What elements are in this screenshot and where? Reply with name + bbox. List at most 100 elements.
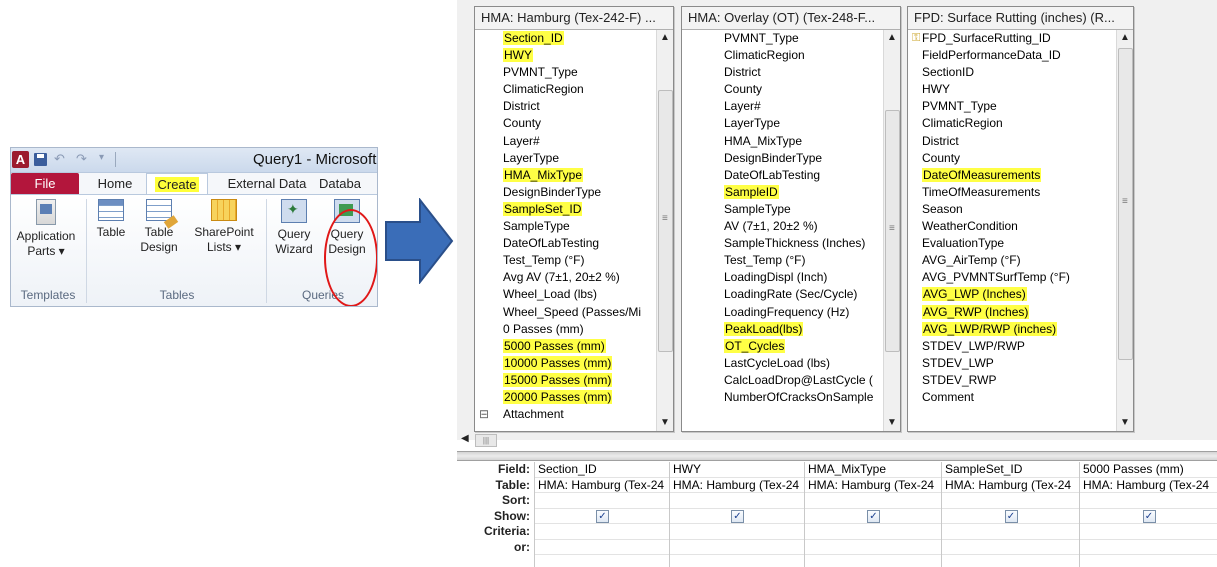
field-item[interactable]: AVG_LWP/RWP (inches)	[908, 321, 1133, 338]
field-cell[interactable]: SampleSet_ID	[942, 462, 1080, 478]
field-item[interactable]: County	[475, 115, 673, 132]
field-item[interactable]: SampleThickness (Inches)	[682, 235, 900, 252]
field-item[interactable]: Section_ID	[475, 30, 673, 47]
field-item[interactable]: Test_Temp (°F)	[475, 252, 673, 269]
field-item[interactable]: ⚿ FPD_SurfaceRutting_ID	[908, 30, 1133, 47]
field-item[interactable]: NumberOfCracksOnSample	[682, 389, 900, 406]
show-checkbox[interactable]: ✓	[867, 509, 880, 523]
field-cell[interactable]: HWY	[670, 462, 805, 478]
vertical-scrollbar[interactable]: ▲ ▼	[883, 30, 900, 431]
scroll-down-icon[interactable]: ▼	[884, 415, 900, 431]
sort-cell[interactable]	[670, 493, 805, 509]
save-icon[interactable]	[34, 153, 47, 166]
field-item[interactable]: DateOfMeasurements	[908, 167, 1133, 184]
scroll-up-icon[interactable]: ▲	[884, 30, 900, 46]
show-cell[interactable]: ✓	[805, 509, 942, 524]
field-item[interactable]: LoadingDispl (Inch)	[682, 269, 900, 286]
redo-icon[interactable]: ↷	[76, 151, 87, 167]
show-cell[interactable]: ✓	[942, 509, 1080, 524]
field-item[interactable]: SectionID	[908, 64, 1133, 81]
tab-create[interactable]: Create	[146, 173, 208, 195]
tab-file[interactable]: File	[11, 173, 79, 194]
scroll-left-icon[interactable]: ◀	[461, 433, 469, 444]
field-item[interactable]: Wheel_Speed (Passes/Mi	[475, 304, 673, 321]
scroll-thumb[interactable]: |||	[475, 434, 497, 447]
field-item[interactable]: PVMNT_Type	[682, 30, 900, 47]
tab-external-data[interactable]: External Data	[218, 173, 316, 194]
scroll-down-icon[interactable]: ▼	[1117, 415, 1133, 431]
field-item[interactable]: AVG_AirTemp (°F)	[908, 252, 1133, 269]
sort-cell[interactable]	[535, 493, 670, 509]
or-cell[interactable]	[1080, 540, 1217, 555]
table-title[interactable]: HMA: Overlay (OT) (Tex-248-F...	[682, 7, 900, 30]
table-cell[interactable]: HMA: Hamburg (Tex-24	[535, 478, 670, 493]
sharepoint-lists-button[interactable]: SharePoint Lists ▾	[187, 199, 261, 255]
field-item[interactable]: Comment	[908, 389, 1133, 406]
access-app-icon[interactable]: A	[12, 151, 29, 168]
field-item[interactable]: DateOfLabTesting	[475, 235, 673, 252]
field-item[interactable]: HWY	[908, 81, 1133, 98]
field-item[interactable]: HMA_MixType	[682, 133, 900, 150]
field-item[interactable]: HMA_MixType	[475, 167, 673, 184]
field-item[interactable]: 5000 Passes (mm)	[475, 338, 673, 355]
criteria-cell[interactable]	[805, 524, 942, 540]
field-cell[interactable]: 5000 Passes (mm)	[1080, 462, 1217, 478]
table-button[interactable]: Table	[91, 199, 131, 240]
scroll-thumb[interactable]	[1118, 48, 1133, 360]
field-item[interactable]: Layer#	[475, 133, 673, 150]
criteria-cell[interactable]	[942, 524, 1080, 540]
field-item[interactable]: LayerType	[475, 150, 673, 167]
field-item[interactable]: ClimaticRegion	[682, 47, 900, 64]
show-checkbox[interactable]: ✓	[731, 509, 744, 523]
field-item[interactable]: District	[908, 133, 1133, 150]
customize-qat-icon[interactable]: ▾	[99, 152, 104, 163]
field-item[interactable]: STDEV_LWP	[908, 355, 1133, 372]
field-item[interactable]: Layer#	[682, 98, 900, 115]
scroll-up-icon[interactable]: ▲	[1117, 30, 1133, 46]
show-cell[interactable]: ✓	[1080, 509, 1217, 524]
scroll-down-icon[interactable]: ▼	[657, 415, 673, 431]
query-wizard-button[interactable]: Query Wizard	[270, 199, 318, 257]
scroll-up-icon[interactable]: ▲	[657, 30, 673, 46]
field-item[interactable]: SampleType	[682, 201, 900, 218]
field-item[interactable]: DesignBinderType	[682, 150, 900, 167]
table-overlay[interactable]: HMA: Overlay (OT) (Tex-248-F... PVMNT_Ty…	[681, 6, 901, 432]
field-item[interactable]: TimeOfMeasurements	[908, 184, 1133, 201]
field-item[interactable]: STDEV_RWP	[908, 372, 1133, 389]
show-cell[interactable]: ✓	[670, 509, 805, 524]
field-item[interactable]: CalcLoadDrop@LastCycle (	[682, 372, 900, 389]
field-item[interactable]: ⊟ Attachment	[475, 406, 673, 423]
scroll-thumb[interactable]	[885, 110, 900, 352]
table-hamburg[interactable]: HMA: Hamburg (Tex-242-F) ... Section_ID H…	[474, 6, 674, 432]
field-item[interactable]: PVMNT_Type	[908, 98, 1133, 115]
or-cell[interactable]	[670, 540, 805, 555]
show-checkbox[interactable]: ✓	[1004, 509, 1018, 523]
scroll-thumb[interactable]	[658, 90, 673, 352]
field-item[interactable]: PVMNT_Type	[475, 64, 673, 81]
field-item[interactable]: LoadingRate (Sec/Cycle)	[682, 286, 900, 303]
vertical-scrollbar[interactable]: ▲ ▼	[656, 30, 673, 431]
field-item[interactable]: District	[682, 64, 900, 81]
pane-splitter[interactable]	[457, 451, 1217, 461]
field-cell[interactable]: Section_ID	[535, 462, 670, 478]
field-item[interactable]: ClimaticRegion	[908, 115, 1133, 132]
field-item[interactable]: 10000 Passes (mm)	[475, 355, 673, 372]
horizontal-scrollbar[interactable]: ◀ |||	[461, 433, 1211, 447]
application-parts-button[interactable]: Application Parts ▾	[13, 199, 79, 259]
field-item[interactable]: LayerType	[682, 115, 900, 132]
field-item[interactable]: DesignBinderType	[475, 184, 673, 201]
expand-icon[interactable]: ⊟	[479, 406, 489, 423]
field-item[interactable]: County	[908, 150, 1133, 167]
show-checkbox[interactable]: ✓	[1142, 509, 1156, 523]
field-item[interactable]: LastCycleLoad (lbs)	[682, 355, 900, 372]
table-design-button[interactable]: Table Design	[135, 199, 183, 255]
field-item[interactable]: Season	[908, 201, 1133, 218]
field-item[interactable]: AVG_PVMNTSurfTemp (°F)	[908, 269, 1133, 286]
table-cell[interactable]: HMA: Hamburg (Tex-24	[942, 478, 1080, 493]
table-title[interactable]: HMA: Hamburg (Tex-242-F) ...	[475, 7, 673, 30]
sort-cell[interactable]	[942, 493, 1080, 509]
field-item[interactable]: Wheel_Load (lbs)	[475, 286, 673, 303]
field-item[interactable]: 20000 Passes (mm)	[475, 389, 673, 406]
field-item[interactable]: PeakLoad(lbs)	[682, 321, 900, 338]
field-item[interactable]: STDEV_LWP/RWP	[908, 338, 1133, 355]
